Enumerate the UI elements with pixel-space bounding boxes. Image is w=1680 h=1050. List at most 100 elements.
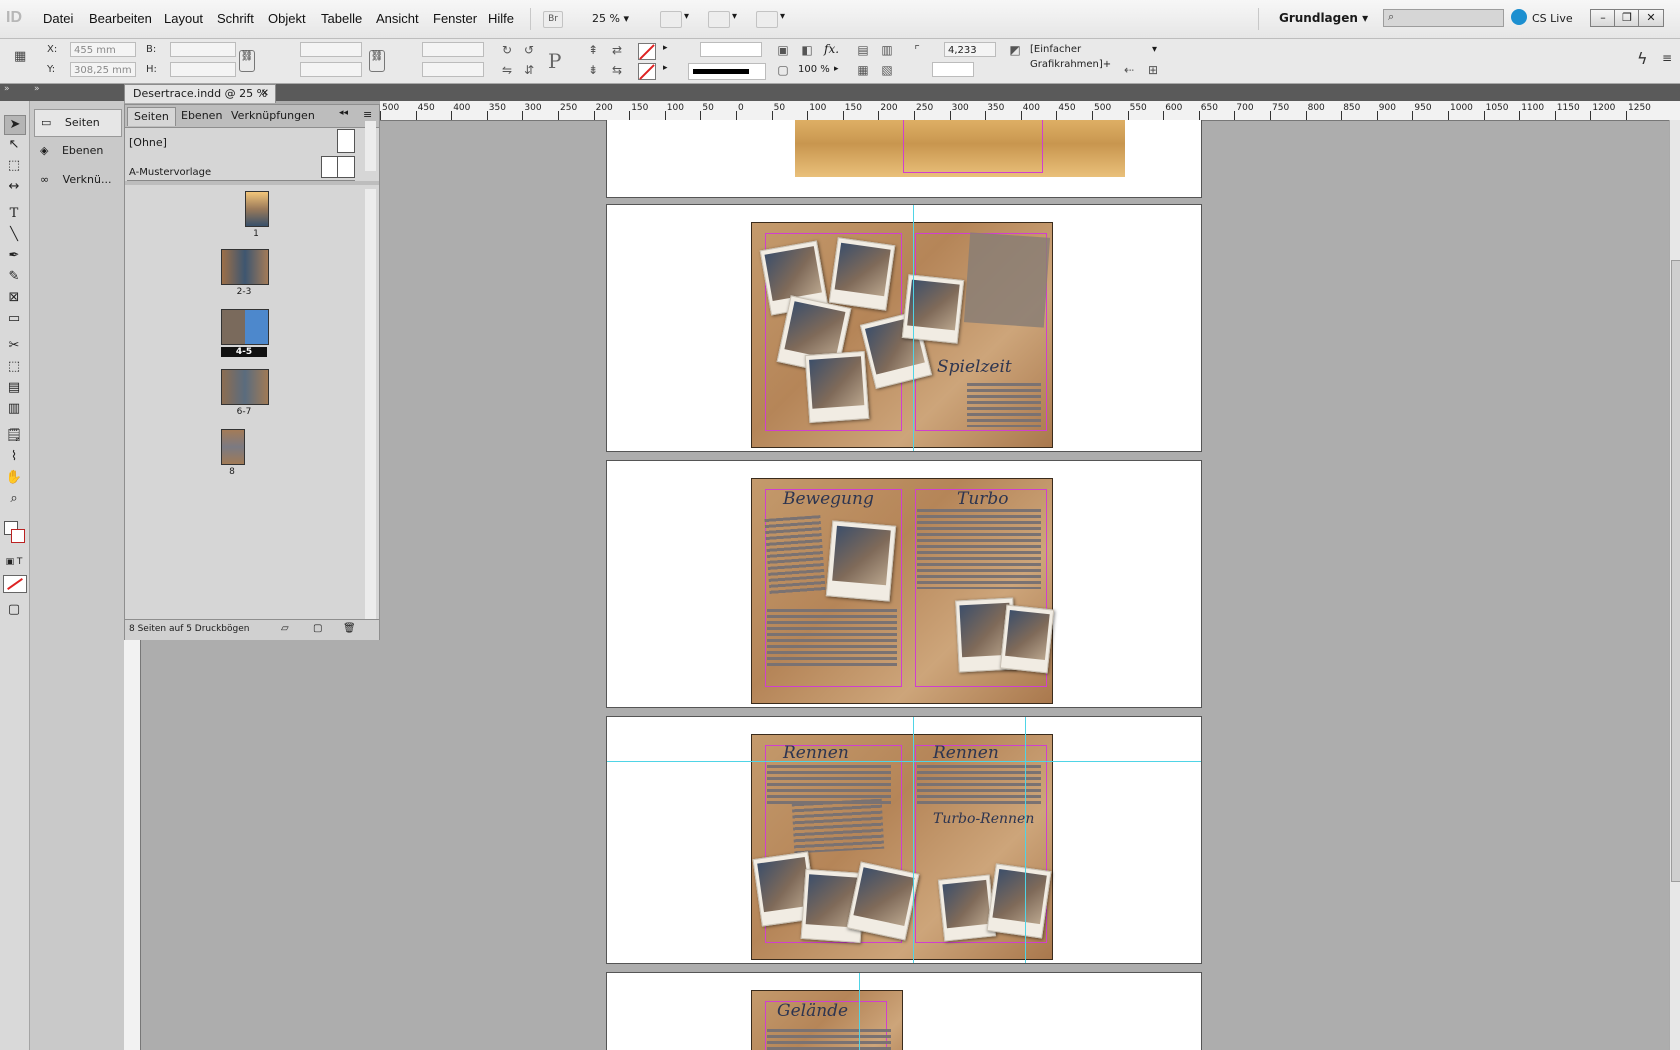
tab-verknuepfungen[interactable]: Verknüpfungen bbox=[225, 107, 321, 125]
select-content-icon[interactable]: ⇟ bbox=[586, 63, 600, 77]
scissors-tool-icon[interactable]: ✂ bbox=[4, 337, 24, 355]
photo-frame[interactable] bbox=[825, 520, 897, 602]
menu-layout[interactable]: Layout bbox=[164, 11, 203, 26]
page-thumbnail-4-5[interactable] bbox=[221, 309, 269, 345]
spread-title[interactable]: Spielzeit bbox=[937, 357, 1012, 377]
height-field[interactable] bbox=[170, 62, 236, 77]
shear-field[interactable] bbox=[422, 62, 484, 77]
reference-point-icon[interactable]: ▦ bbox=[14, 49, 36, 71]
spread-title[interactable]: Turbo bbox=[957, 489, 1009, 509]
text-frame[interactable] bbox=[963, 232, 1051, 328]
masters-scrollbar[interactable] bbox=[365, 121, 376, 171]
photo-frame[interactable] bbox=[999, 604, 1055, 674]
master-none-thumbnail[interactable] bbox=[337, 129, 355, 153]
effects-icon[interactable]: ◧ bbox=[800, 43, 814, 57]
drop-shadow-icon[interactable]: ▣ bbox=[776, 43, 790, 57]
select-previous-icon[interactable]: ⇄ bbox=[610, 43, 624, 57]
spread-page-1[interactable] bbox=[606, 120, 1202, 198]
lightning-icon[interactable]: ϟ bbox=[1637, 49, 1648, 68]
constrain-scale-icon[interactable]: ⛓ bbox=[369, 50, 385, 72]
spread-page-8[interactable]: Gelände bbox=[606, 972, 1202, 1050]
corner-options-icon[interactable]: ⌜ bbox=[910, 43, 924, 57]
note-tool-icon[interactable]: 🗒 bbox=[4, 427, 24, 445]
text-frame[interactable] bbox=[767, 1029, 891, 1050]
bridge-button[interactable]: Br bbox=[543, 11, 563, 28]
close-icon[interactable]: ✕ bbox=[261, 85, 269, 103]
spread-title[interactable]: Rennen bbox=[933, 743, 999, 763]
help-search-input[interactable]: ⌕ bbox=[1383, 9, 1504, 27]
photo-frame[interactable] bbox=[804, 350, 870, 424]
pencil-tool-icon[interactable]: ✎ bbox=[4, 268, 24, 286]
rectangle-tool-icon[interactable]: ▭ bbox=[4, 310, 24, 328]
photo-frame[interactable] bbox=[937, 874, 997, 942]
restore-icon[interactable]: ❐ bbox=[1614, 9, 1640, 27]
text-frame[interactable] bbox=[967, 383, 1041, 427]
dock-pages-button[interactable]: ▭ Seiten bbox=[34, 109, 122, 137]
photo-frame[interactable] bbox=[828, 237, 896, 311]
text-frame[interactable] bbox=[917, 765, 1041, 805]
text-wrap-jump-icon[interactable]: ▧ bbox=[880, 63, 894, 77]
apply-none-icon[interactable] bbox=[3, 575, 27, 593]
workspace-switcher[interactable]: Grundlagen ▾ bbox=[1279, 11, 1368, 25]
page-thumbnail-1[interactable] bbox=[245, 191, 269, 227]
page-size-icon[interactable]: ▱ bbox=[281, 623, 289, 634]
chevron-right-icon[interactable]: ▸ bbox=[663, 63, 668, 73]
spread-title[interactable]: Turbo-Rennen bbox=[933, 811, 1034, 827]
panel-menu-icon[interactable]: ≡ bbox=[1662, 51, 1672, 65]
master-a[interactable]: A-Mustervorlage bbox=[129, 167, 211, 178]
spread-title[interactable]: Gelände bbox=[777, 1001, 848, 1021]
fill-swatch[interactable] bbox=[638, 43, 656, 60]
page-tool-icon[interactable]: ⬚ bbox=[4, 157, 24, 175]
pages-scrollbar[interactable] bbox=[365, 189, 376, 629]
chevron-right-icon[interactable]: ▸ bbox=[834, 64, 839, 74]
gradient-feather-tool-icon[interactable]: ▥ bbox=[4, 400, 24, 418]
formatting-affects-container-icon[interactable]: ▣ T bbox=[4, 553, 24, 571]
menu-hilfe[interactable]: Hilfe bbox=[488, 11, 514, 26]
chevron-right-icon[interactable]: ▸ bbox=[663, 43, 668, 53]
tab-ebenen[interactable]: Ebenen bbox=[175, 107, 228, 125]
spread-pages-2-3[interactable]: Spielzeit bbox=[606, 204, 1202, 452]
opacity-value[interactable]: 100 % bbox=[798, 64, 830, 75]
cs-live-button[interactable]: CS Live bbox=[1532, 12, 1573, 25]
line-tool-icon[interactable]: ╲ bbox=[4, 226, 24, 244]
menu-datei[interactable]: Datei bbox=[43, 11, 73, 26]
document-tab[interactable]: Desertrace.indd @ 25 % ✕ bbox=[124, 84, 276, 103]
master-a-thumbnail[interactable] bbox=[321, 156, 355, 178]
y-field[interactable]: 308,25 mm bbox=[70, 62, 136, 77]
spread-title[interactable]: Bewegung bbox=[783, 489, 874, 509]
gradient-swatch-tool-icon[interactable]: ▤ bbox=[4, 379, 24, 397]
tab-seiten[interactable]: Seiten bbox=[127, 107, 176, 126]
stroke-color-icon[interactable] bbox=[11, 529, 25, 543]
collapse-panel-icon[interactable]: ◂◂ bbox=[339, 108, 348, 118]
text-wrap-none-icon[interactable]: ▤ bbox=[856, 43, 870, 57]
menu-fenster[interactable]: Fenster bbox=[433, 11, 477, 26]
text-wrap-box-icon[interactable]: ▥ bbox=[880, 43, 894, 57]
scrollbar-thumb[interactable] bbox=[1671, 260, 1680, 882]
menu-schrift[interactable]: Schrift bbox=[217, 11, 254, 26]
menu-tabelle[interactable]: Tabelle bbox=[321, 11, 362, 26]
rotate-cw-icon[interactable]: ↻ bbox=[500, 43, 514, 57]
rectangle-frame-tool-icon[interactable]: ⊠ bbox=[4, 289, 24, 307]
spread-pages-6-7[interactable]: Rennen Rennen Turbo-Rennen bbox=[606, 716, 1202, 964]
expand-dock-icon[interactable]: » bbox=[34, 84, 40, 94]
select-container-icon[interactable]: ⇞ bbox=[586, 43, 600, 57]
rotate-ccw-icon[interactable]: ↺ bbox=[522, 43, 536, 57]
text-frame[interactable] bbox=[764, 515, 826, 595]
menu-bearbeiten[interactable]: Bearbeiten bbox=[89, 11, 152, 26]
free-transform-tool-icon[interactable]: ⬚ bbox=[4, 358, 24, 376]
master-none[interactable]: [Ohne] bbox=[129, 136, 167, 149]
dock-links-button[interactable]: ∞ Verknü... bbox=[34, 167, 120, 193]
scale-y-field[interactable] bbox=[300, 62, 362, 77]
collapse-tools-icon[interactable]: » bbox=[4, 84, 10, 94]
text-frame[interactable] bbox=[917, 509, 1041, 589]
select-next-icon[interactable]: ⇆ bbox=[610, 63, 624, 77]
stroke-type-select[interactable] bbox=[688, 63, 766, 80]
screen-mode-icon[interactable] bbox=[660, 11, 682, 28]
trash-icon[interactable]: 🗑 bbox=[343, 623, 356, 634]
pen-tool-icon[interactable]: ✒ bbox=[4, 247, 24, 265]
width-field[interactable] bbox=[170, 42, 236, 57]
corner-size-field[interactable]: 4,233 mm bbox=[944, 42, 996, 71]
paragraph-icon[interactable]: P bbox=[548, 49, 561, 73]
photo-frame[interactable] bbox=[901, 274, 965, 344]
panel-menu-icon[interactable]: ≡ bbox=[363, 108, 372, 121]
